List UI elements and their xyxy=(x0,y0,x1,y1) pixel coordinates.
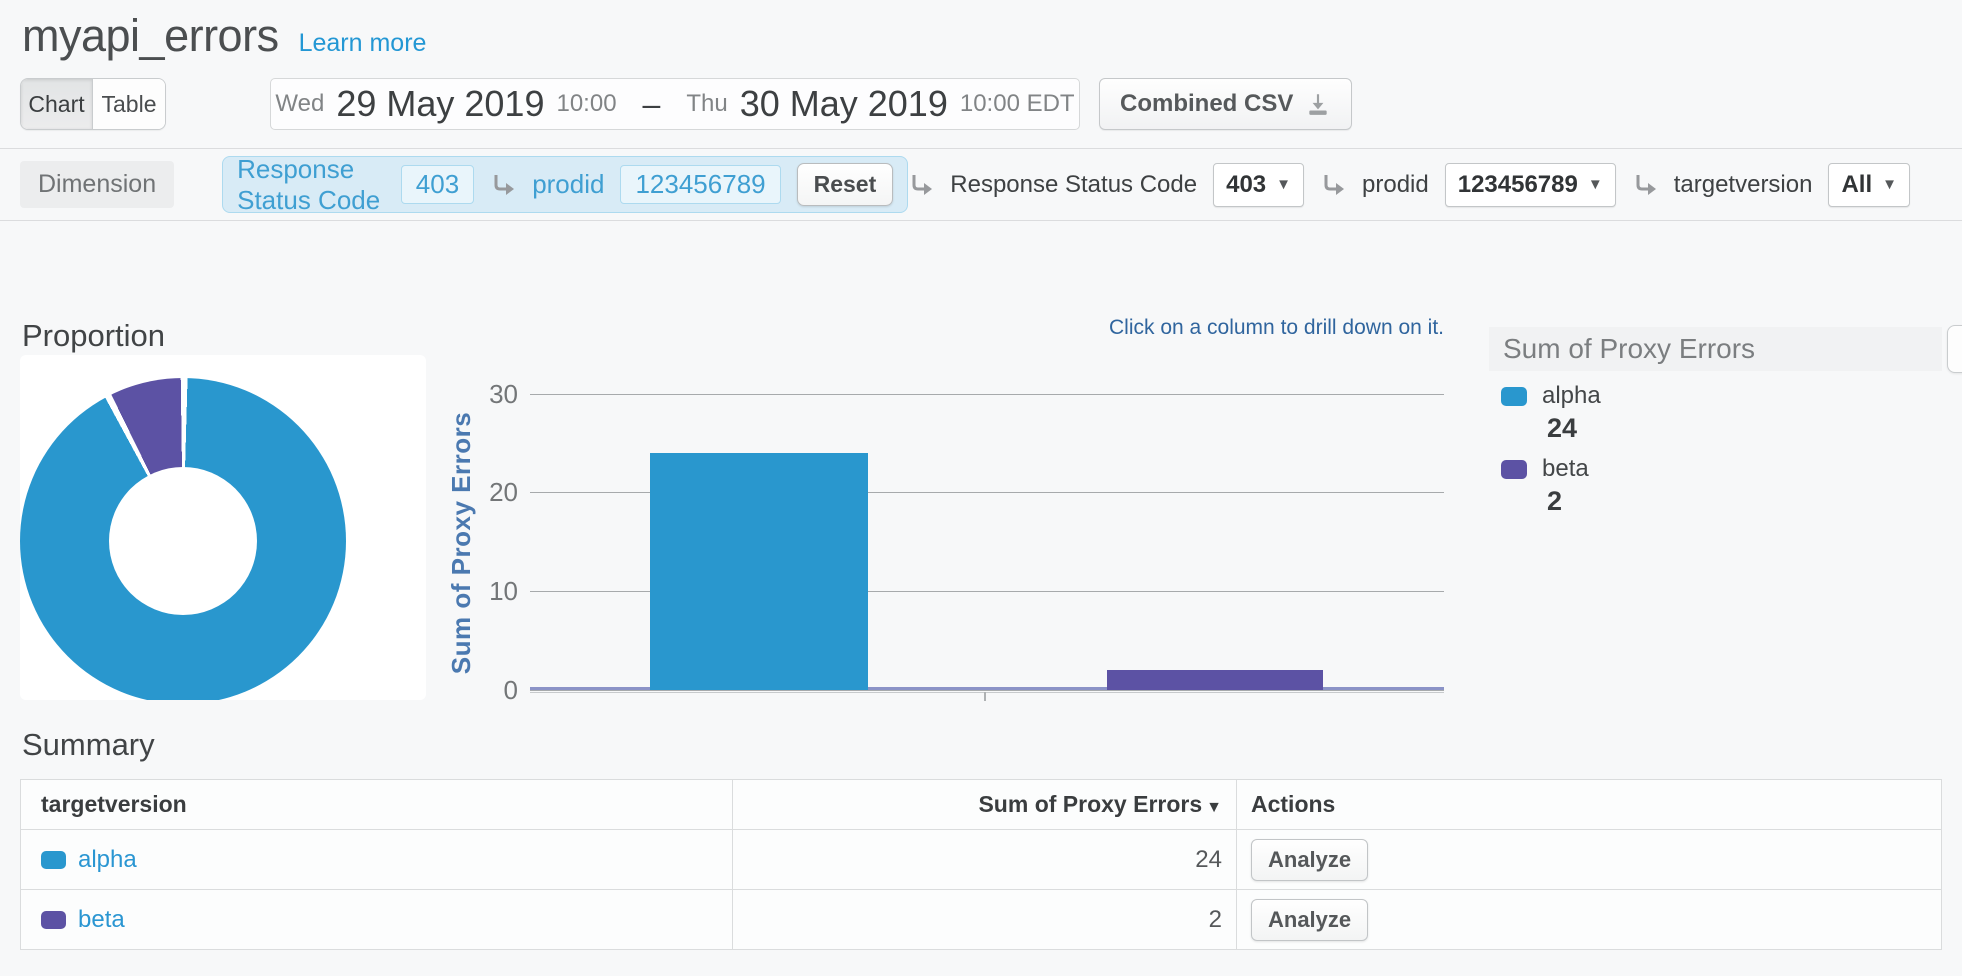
gridline-0 xyxy=(530,690,1444,691)
start-time: 10:00 xyxy=(556,90,616,118)
learn-more-link[interactable]: Learn more xyxy=(299,29,427,58)
combined-csv-button[interactable]: Combined CSV xyxy=(1099,78,1352,130)
date-range-picker[interactable]: Wed 29 May 2019 10:00 – Thu 30 May 2019 … xyxy=(270,78,1080,130)
bar-chart-plot-area xyxy=(530,394,1444,690)
bar-chart-y-axis-label: Sum of Proxy Errors xyxy=(446,397,474,689)
drilldown-arrow-icon xyxy=(1320,172,1346,198)
y-tick-30: 30 xyxy=(430,379,518,410)
legend-title: Sum of Proxy Errors xyxy=(1489,327,1942,371)
legend-label: beta xyxy=(1542,455,1589,483)
row-link-alpha[interactable]: alpha xyxy=(78,846,137,873)
drilldown-arrow-icon xyxy=(1632,172,1658,198)
y-tick-10: 10 xyxy=(430,576,518,607)
column-header-targetversion[interactable]: targetversion xyxy=(21,780,733,830)
legend-item-beta: beta 2 xyxy=(1489,455,1942,517)
summary-table: targetversion Sum of Proxy Errors▼ Actio… xyxy=(20,779,1942,950)
x-axis-line xyxy=(530,692,1444,693)
analyze-button[interactable]: Analyze xyxy=(1251,839,1368,881)
clipped-edge-button[interactable] xyxy=(1947,325,1962,373)
page-title: myapi_errors xyxy=(22,10,279,62)
filter-select-targetversion[interactable]: All ▼ xyxy=(1828,163,1910,207)
summary-title: Summary xyxy=(22,727,1942,763)
charts-section: Proportion Click on a column to drill do… xyxy=(0,221,1962,723)
table-toggle-button[interactable]: Table xyxy=(93,79,165,129)
chevron-down-icon: ▼ xyxy=(1276,176,1291,193)
legend-value: 2 xyxy=(1547,486,1942,517)
end-time: 10:00 EDT xyxy=(960,90,1075,118)
titlebar: myapi_errors Learn more xyxy=(0,0,1962,62)
analyze-button[interactable]: Analyze xyxy=(1251,899,1368,941)
table-header-row: targetversion Sum of Proxy Errors▼ Actio… xyxy=(21,780,1942,830)
column-header-actions: Actions xyxy=(1237,780,1942,830)
filter-value: 123456789 xyxy=(1458,171,1578,199)
beta-swatch-icon xyxy=(41,911,66,929)
view-toggle: Chart Table xyxy=(20,78,166,130)
drilldown-hint: Click on a column to drill down on it. xyxy=(530,316,1444,340)
filter-label-targetversion: targetversion xyxy=(1674,171,1813,199)
chevron-down-icon: ▼ xyxy=(1882,176,1897,193)
bar-alpha[interactable] xyxy=(650,453,868,690)
drilldown-arrow-icon xyxy=(908,172,934,198)
reset-button[interactable]: Reset xyxy=(797,163,894,206)
row-value: 2 xyxy=(733,890,1237,950)
end-date: 30 May 2019 xyxy=(740,83,948,125)
sort-descending-icon: ▼ xyxy=(1206,799,1222,816)
alpha-swatch-icon xyxy=(41,851,66,869)
table-row: beta 2 Analyze xyxy=(21,890,1942,950)
start-date: 29 May 2019 xyxy=(336,83,544,125)
filter-value: 403 xyxy=(1226,171,1266,199)
breadcrumb-dimension-value[interactable]: 403 xyxy=(401,165,474,204)
dimension-bar: Dimension Response Status Code 403 prodi… xyxy=(0,149,1962,221)
y-tick-0: 0 xyxy=(430,675,518,706)
controls-row: Chart Table Wed 29 May 2019 10:00 – Thu … xyxy=(20,78,1942,130)
breadcrumb-dimension-value[interactable]: 123456789 xyxy=(620,165,780,204)
date-range-separator: – xyxy=(643,86,661,123)
legend-panel: Sum of Proxy Errors alpha 24 beta 2 xyxy=(1489,327,1942,526)
row-link-beta[interactable]: beta xyxy=(78,906,125,933)
chevron-down-icon: ▼ xyxy=(1588,176,1603,193)
download-icon xyxy=(1305,91,1331,117)
chart-toggle-button[interactable]: Chart xyxy=(21,79,93,129)
end-day: Thu xyxy=(686,90,727,118)
y-tick-20: 20 xyxy=(430,477,518,508)
filter-value: All xyxy=(1841,171,1872,199)
drilldown-breadcrumb: Response Status Code 403 prodid 12345678… xyxy=(222,156,908,213)
legend-value: 24 xyxy=(1547,413,1942,444)
start-day: Wed xyxy=(275,90,324,118)
legend-label: alpha xyxy=(1542,382,1601,410)
summary-section: Summary targetversion Sum of Proxy Error… xyxy=(0,727,1962,950)
alpha-swatch-icon xyxy=(1501,387,1527,406)
dimension-label: Dimension xyxy=(20,161,174,208)
proportion-card xyxy=(20,355,426,700)
breadcrumb-dimension-name: prodid xyxy=(532,169,604,200)
filter-select-response-status-code[interactable]: 403 ▼ xyxy=(1213,163,1304,207)
x-axis-tick xyxy=(984,692,986,701)
breadcrumb-dimension-name: Response Status Code xyxy=(237,154,385,216)
proportion-title: Proportion xyxy=(22,318,165,354)
donut-hole xyxy=(109,467,257,615)
beta-swatch-icon xyxy=(1501,460,1527,479)
app-screen: myapi_errors Learn more Chart Table Wed … xyxy=(0,0,1962,976)
column-header-sum-of-proxy-errors[interactable]: Sum of Proxy Errors▼ xyxy=(733,780,1237,830)
legend-item-alpha: alpha 24 xyxy=(1489,382,1942,444)
drilldown-arrow-icon xyxy=(490,172,516,198)
filter-select-prodid[interactable]: 123456789 ▼ xyxy=(1445,163,1616,207)
combined-csv-label: Combined CSV xyxy=(1120,90,1293,118)
filter-label-prodid: prodid xyxy=(1362,171,1429,199)
filter-selectors: Response Status Code 403 ▼ prodid 123456… xyxy=(908,163,1942,207)
proportion-donut-chart[interactable] xyxy=(20,378,346,700)
table-row: alpha 24 Analyze xyxy=(21,830,1942,890)
bar-beta[interactable] xyxy=(1107,670,1323,690)
row-value: 24 xyxy=(733,830,1237,890)
filter-label-response-status-code: Response Status Code xyxy=(950,171,1197,199)
